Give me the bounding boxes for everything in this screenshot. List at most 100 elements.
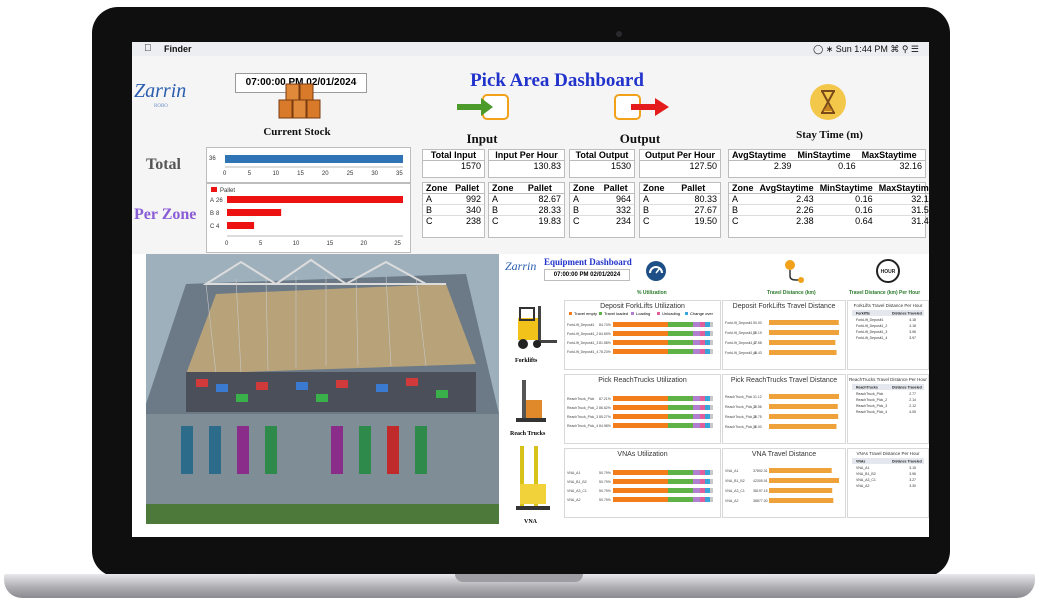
equipment-name: ForkLift_Deposit1 [567,323,594,327]
equipment-name: VNA_A1 [725,469,738,473]
table-row: C2.380.6431.45 [729,215,929,226]
legend-swatch [657,312,660,315]
menubar-clock: Sun 1:44 PM [835,44,888,54]
apple-icon[interactable]:  [144,43,152,54]
avg-cell: 2.26 [756,204,817,216]
distance-value: 30.00 [753,425,762,429]
stay-header-max: MaxStaytime [858,150,925,161]
zone-cell: B [729,204,757,216]
table-cell: 2.14 [909,398,916,402]
zone-bar [227,196,403,203]
input-icon [457,94,509,120]
utilization-segment [668,488,693,493]
max-cell: 32.16 [875,193,929,205]
utilization-segment [705,414,710,419]
table-cell: 3.27 [909,478,916,482]
utilization-segment [710,405,713,410]
utilization-segment [668,497,693,502]
utilization-segment [693,349,700,354]
equipment-name: ReachTruck_Pick_3 [567,415,598,419]
x-tick-label: 25 [394,241,401,247]
distance-value: 50.00 [753,321,762,325]
input-hour-zone-panel: Zone Pallet A 82.67 B 28.33 C 19.83 [488,182,565,238]
avg-cell: 2.38 [756,215,817,226]
input-per-hour-value: 130.83 [533,161,561,171]
table-row: A 964 [570,193,634,205]
utilization-segment [668,340,693,345]
distance-value: 48.43 [753,351,762,355]
zone-header: Zone [729,183,757,194]
utilization-segment [693,497,700,502]
table-cell: 3.96 [909,472,916,476]
max-cell: 31.45 [875,215,929,226]
utilization-segment [693,331,700,336]
utilization-segment [700,322,705,327]
zone-cell: C [423,215,453,226]
menu-app-name[interactable]: Finder [164,44,192,54]
equipment-name: ReachTruck_Pick [567,397,595,401]
x-tick-label: 5 [248,171,252,177]
reach-utilization-card: Pick ReachTrucks Utilization ReachTruck_… [564,374,721,444]
utilization-segment [613,470,668,475]
table-cell: ForkLift_Deposit1_4 [856,336,887,340]
table-cell: 4.18 [909,324,916,328]
zone-cell: A [489,193,525,205]
zone-cell: B [489,204,525,216]
zone-header: Zone [489,183,525,194]
table-row: A2.430.1632.16 [729,193,929,205]
utilization-segment [700,470,705,475]
legend-swatch [569,312,572,315]
forklift-dist-chart: ForkLift_Deposit1 50.00 ForkLift_Deposit1_… [725,320,839,355]
utilization-segment [668,322,693,327]
output-zone-panel: Zone Pallet A 964 B 332 C 234 [569,182,635,238]
zone-header: Zone [423,183,453,194]
utilization-segment [693,396,700,401]
vna-hour-table: VNAs Distance Traveled VNA_A1 3.15 VNA_B1_B2… [852,458,924,488]
legend-swatch [631,312,634,315]
equipment-name: ReachTruck_Pick_2 [725,405,756,409]
speedometer-icon [646,261,666,281]
legend-label: Pallet [220,188,235,194]
menubar-status: ◯ ∗ Sun 1:44 PM ⌘ ⚲ ☰ [813,44,919,54]
reach-dist-title: Pick ReachTrucks Travel Distance [730,377,838,384]
utilization-segment [710,349,713,354]
util-bars: ReachTruck_Pick 87.21% ReachTruck_Pick_2 86… [567,396,713,428]
utilization-segment [693,423,700,428]
equipment-name: ForkLift_Deposit1_3 [567,341,598,345]
hour-clock-icon: HOUR [876,259,900,283]
utilization-value: 86.62% [599,406,611,410]
pallet-cell: 19.83 [524,215,564,226]
utilization-segment [710,414,713,419]
utilization-value: 84.69% [599,332,611,336]
pallet-cell: 27.67 [678,204,720,216]
table-cell: ReachTruck_Pick_3 [856,404,887,408]
utilization-value: 81.58% [599,341,611,345]
equipment-name: ReachTruck_Pick [725,395,753,399]
equipment-name: ReachTruck_Pick_4 [567,424,598,428]
dist-bars: VNA_A1 37892.31 VNA_B1_B2 42305.91 VNA_A3_C1… [725,468,839,503]
dist-bars: ForkLift_Deposit1 50.00 ForkLift_Deposit1_… [725,320,839,355]
utilization-segment [613,322,668,327]
x-tick-label: 5 [259,241,263,247]
menubar:  Finder ◯ ∗ Sun 1:44 PM ⌘ ⚲ ☰ [132,42,929,56]
utilization-segment [613,479,668,484]
distance-bar [769,404,838,409]
stay-header-min: MinStaytime [794,150,859,161]
stay-time-kpi: AvgStaytime MinStaytime MaxStaytime 2.39 0.… [728,149,926,178]
zone-cell: A [640,193,679,205]
equipment-name: VNA_B1_B2 [725,479,745,483]
forklift-utilization-card: Deposit ForkLifts Utilization Travel emp… [564,300,721,370]
table-row: A 82.67 [489,193,564,205]
utilization-segment [710,331,713,336]
utilization-value: 85.27% [599,415,611,419]
zone-cell: B [423,204,453,216]
zone-cell: C [489,215,525,226]
reach-hour-table: ReachTrucks Distance Traveled ReachTruck_P… [852,384,924,414]
utilization-segment [700,405,705,410]
logo-subtext: ROBO [154,104,168,109]
bar-value-label: 4 [216,224,220,230]
utilization-segment [693,414,700,419]
x-tick-label: 15 [327,241,334,247]
total-output-value: 1530 [610,161,631,171]
page-title: Pick Area Dashboard [470,70,644,91]
